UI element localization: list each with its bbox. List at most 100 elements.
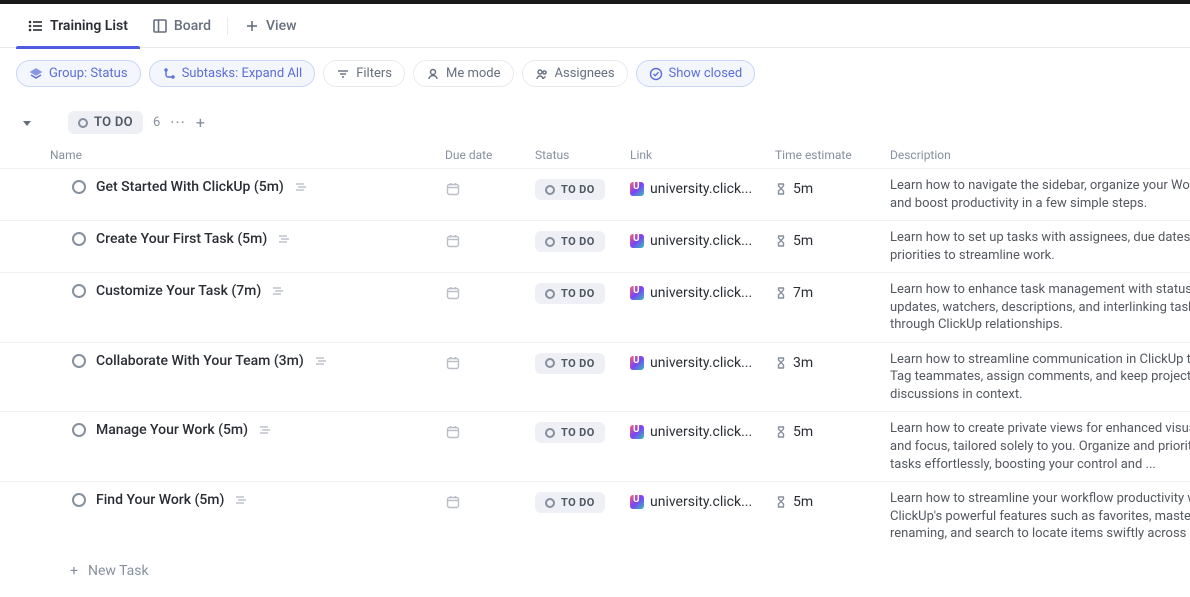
task-name[interactable]: Manage Your Work (5m) bbox=[96, 422, 248, 438]
subtask-icon[interactable] bbox=[258, 423, 272, 437]
time-cell[interactable]: 3m bbox=[775, 351, 890, 371]
pill-me-mode[interactable]: Me mode bbox=[413, 60, 514, 87]
pill-subtasks[interactable]: Subtasks: Expand All bbox=[149, 60, 316, 87]
link-cell[interactable]: university.click... bbox=[630, 229, 775, 249]
calendar-icon[interactable] bbox=[445, 181, 461, 197]
tab-add-view[interactable]: View bbox=[232, 4, 309, 48]
status-dot-icon bbox=[545, 289, 555, 299]
task-row[interactable]: Find Your Work (5m) TO DO university.click… bbox=[0, 481, 1190, 551]
group-status-chip[interactable]: TO DO bbox=[68, 111, 143, 134]
description-cell[interactable]: Learn how to navigate the sidebar, organ… bbox=[890, 177, 1190, 212]
col-time[interactable]: Time estimate bbox=[775, 148, 890, 162]
link-cell[interactable]: university.click... bbox=[630, 490, 775, 510]
link-cell[interactable]: university.click... bbox=[630, 351, 775, 371]
subtask-icon[interactable] bbox=[294, 180, 308, 194]
plus-icon bbox=[244, 18, 260, 34]
link-cell[interactable]: university.click... bbox=[630, 281, 775, 301]
task-name[interactable]: Collaborate With Your Team (3m) bbox=[96, 353, 304, 369]
description-cell[interactable]: Learn how to streamline communication in… bbox=[890, 351, 1190, 404]
check-circle-icon bbox=[649, 67, 663, 81]
pill-label: Show closed bbox=[669, 66, 743, 81]
col-name[interactable]: Name bbox=[50, 148, 445, 162]
col-link[interactable]: Link bbox=[630, 148, 775, 162]
person-icon bbox=[426, 67, 440, 81]
hourglass-icon bbox=[775, 426, 787, 438]
pill-group[interactable]: Group: Status bbox=[16, 60, 141, 87]
col-due-date[interactable]: Due date bbox=[445, 148, 535, 162]
task-name[interactable]: Find Your Work (5m) bbox=[96, 492, 224, 508]
subtask-icon[interactable] bbox=[314, 354, 328, 368]
description-cell[interactable]: Learn how to create private views for en… bbox=[890, 420, 1190, 473]
calendar-icon[interactable] bbox=[445, 233, 461, 249]
time-value: 5m bbox=[793, 494, 813, 510]
hourglass-icon bbox=[775, 183, 787, 195]
description-cell[interactable]: Learn how to streamline your workflow pr… bbox=[890, 490, 1190, 543]
status-badge[interactable]: TO DO bbox=[535, 353, 605, 374]
task-status-circle[interactable] bbox=[72, 354, 86, 368]
time-cell[interactable]: 7m bbox=[775, 281, 890, 301]
status-badge[interactable]: TO DO bbox=[535, 179, 605, 200]
pill-label: Subtasks: Expand All bbox=[182, 66, 303, 81]
task-status-circle[interactable] bbox=[72, 284, 86, 298]
calendar-icon[interactable] bbox=[445, 355, 461, 371]
time-value: 5m bbox=[793, 181, 813, 197]
task-row[interactable]: Create Your First Task (5m) TO DO universi… bbox=[0, 220, 1190, 272]
task-status-circle[interactable] bbox=[72, 232, 86, 246]
subtask-icon[interactable] bbox=[277, 232, 291, 246]
subtasks-icon bbox=[162, 67, 176, 81]
time-cell[interactable]: 5m bbox=[775, 177, 890, 197]
task-row[interactable]: Get Started With ClickUp (5m) TO DO univer… bbox=[0, 168, 1190, 220]
task-name[interactable]: Get Started With ClickUp (5m) bbox=[96, 179, 284, 195]
status-badge[interactable]: TO DO bbox=[535, 492, 605, 513]
link-cell[interactable]: university.click... bbox=[630, 420, 775, 440]
task-rows: Get Started With ClickUp (5m) TO DO univer… bbox=[0, 168, 1190, 551]
time-cell[interactable]: 5m bbox=[775, 490, 890, 510]
col-status[interactable]: Status bbox=[535, 148, 630, 162]
link-favicon-icon bbox=[630, 182, 644, 196]
new-task-button[interactable]: + New Task bbox=[0, 551, 1190, 591]
link-cell[interactable]: university.click... bbox=[630, 177, 775, 197]
tab-training-list[interactable]: Training List bbox=[16, 4, 140, 48]
group-more-icon[interactable]: ··· bbox=[170, 113, 186, 132]
column-headers: Name Due date Status Link Time estimate … bbox=[0, 142, 1190, 168]
task-name[interactable]: Create Your First Task (5m) bbox=[96, 231, 267, 247]
pill-label: Group: Status bbox=[49, 66, 128, 81]
status-badge[interactable]: TO DO bbox=[535, 283, 605, 304]
subtask-icon[interactable] bbox=[234, 493, 248, 507]
pill-show-closed[interactable]: Show closed bbox=[636, 60, 756, 87]
collapse-icon[interactable] bbox=[20, 116, 34, 130]
link-text: university.click... bbox=[650, 285, 752, 301]
time-cell[interactable]: 5m bbox=[775, 420, 890, 440]
task-row[interactable]: Manage Your Work (5m) TO DO university.cli… bbox=[0, 411, 1190, 481]
pill-assignees[interactable]: Assignees bbox=[522, 60, 628, 87]
task-status-circle[interactable] bbox=[72, 493, 86, 507]
task-row[interactable]: Customize Your Task (7m) TO DO university.… bbox=[0, 272, 1190, 342]
pill-label: Filters bbox=[356, 66, 392, 81]
description-cell[interactable]: Learn how to enhance task management wit… bbox=[890, 281, 1190, 334]
time-value: 5m bbox=[793, 424, 813, 440]
hourglass-icon bbox=[775, 496, 787, 508]
pill-filters[interactable]: Filters bbox=[323, 60, 405, 87]
task-status-circle[interactable] bbox=[72, 180, 86, 194]
status-badge[interactable]: TO DO bbox=[535, 422, 605, 443]
task-row[interactable]: Collaborate With Your Team (3m) TO DO univ… bbox=[0, 342, 1190, 412]
subtask-icon[interactable] bbox=[271, 284, 285, 298]
task-status-circle[interactable] bbox=[72, 423, 86, 437]
task-name[interactable]: Customize Your Task (7m) bbox=[96, 283, 261, 299]
col-desc[interactable]: Description bbox=[890, 148, 1190, 162]
calendar-icon[interactable] bbox=[445, 285, 461, 301]
link-text: university.click... bbox=[650, 494, 752, 510]
description-cell[interactable]: Learn how to set up tasks with assignees… bbox=[890, 229, 1190, 264]
status-badge[interactable]: TO DO bbox=[535, 231, 605, 252]
new-task-label: New Task bbox=[88, 563, 149, 579]
calendar-icon[interactable] bbox=[445, 424, 461, 440]
tab-board[interactable]: Board bbox=[140, 4, 223, 48]
group-add-icon[interactable]: + bbox=[196, 113, 205, 132]
calendar-icon[interactable] bbox=[445, 494, 461, 510]
status-dot-icon bbox=[78, 118, 88, 128]
link-favicon-icon bbox=[630, 495, 644, 509]
tab-label: Training List bbox=[50, 18, 128, 34]
group-count: 6 bbox=[153, 115, 160, 130]
link-favicon-icon bbox=[630, 425, 644, 439]
time-cell[interactable]: 5m bbox=[775, 229, 890, 249]
